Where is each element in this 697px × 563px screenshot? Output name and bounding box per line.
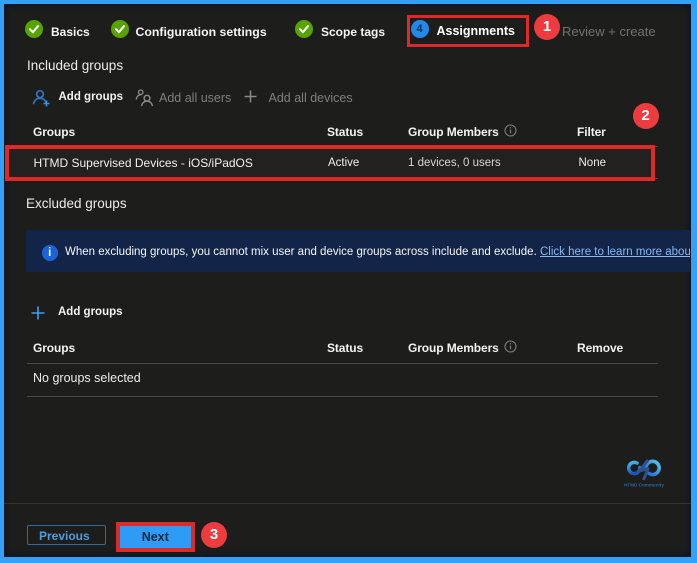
- svg-text:HTMD Community: HTMD Community: [624, 483, 664, 488]
